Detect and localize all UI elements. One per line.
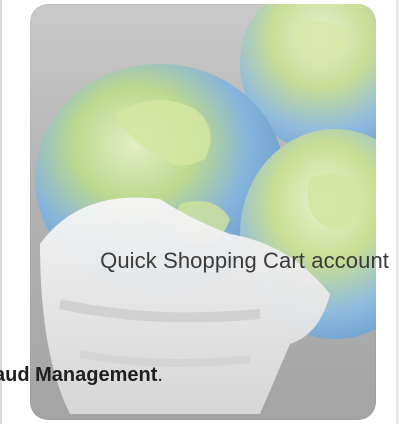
left-border: [0, 0, 2, 424]
instruction-text: aud Management.: [0, 364, 163, 387]
caption-text: Quick Shopping Cart account: [100, 248, 389, 273]
instruction-bold-text: aud Management: [0, 364, 158, 386]
instruction-trailing-text: .: [157, 364, 163, 386]
globe-shopping-cart-icon: [35, 4, 376, 414]
quick-shopping-cart-icon: [30, 4, 376, 420]
